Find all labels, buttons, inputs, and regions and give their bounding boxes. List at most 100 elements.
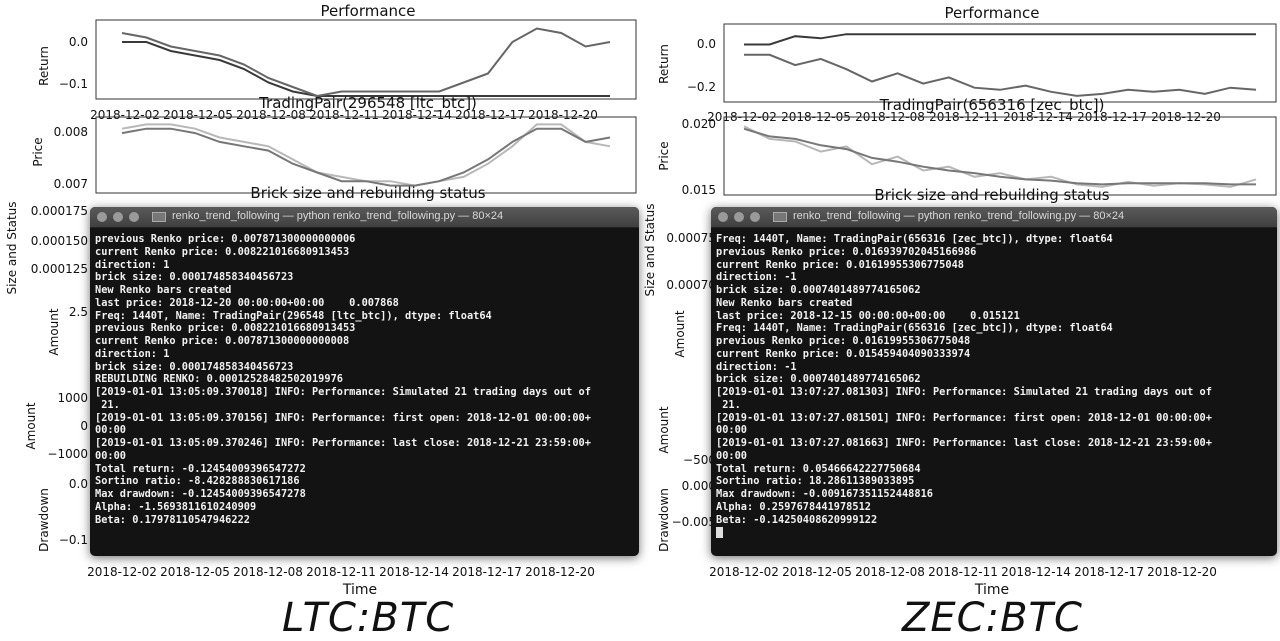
minimize-window-button[interactable] bbox=[113, 212, 123, 222]
terminal-line: 21. bbox=[716, 398, 741, 411]
terminal-line: previous Renko price: 0.0078713000000000… bbox=[95, 233, 356, 245]
right-performance-title: Performance bbox=[944, 4, 1039, 22]
right-price-tick: 0.015 bbox=[682, 183, 716, 197]
terminal-line: Max drawdown: -0.12454009396547278 bbox=[95, 488, 306, 500]
terminal-line: 21. bbox=[95, 398, 120, 411]
left-panel: Performance Return 0.0 −0.1 2018-12-02 2… bbox=[0, 0, 640, 641]
terminal-line: previous Renko price: 0.0082210166809134… bbox=[95, 322, 356, 335]
right-price-label: Price bbox=[657, 141, 671, 170]
left-pair-title: TradingPair(296548 [ltc_btc]) bbox=[258, 94, 477, 113]
terminal-line: [2019-01-01 13:05:09.370156] INFO: Perfo… bbox=[95, 411, 591, 424]
date-tick: 2018-12-08 bbox=[233, 565, 303, 579]
right-terminal-window[interactable]: renko_trend_following — python renko_tre… bbox=[711, 207, 1277, 556]
series-line bbox=[744, 33, 1256, 46]
right-return-tick: 0.0 bbox=[697, 37, 716, 51]
terminal-line: Total return: 0.05466642227750684 bbox=[716, 462, 921, 475]
terminal-output[interactable]: Freq: 1440T, Name: TradingPair(656316 [z… bbox=[711, 228, 1277, 539]
terminal-line: [2019-01-01 13:07:27.081303] INFO: Perfo… bbox=[716, 386, 1212, 398]
date-tick: 2018-12-14 bbox=[379, 565, 449, 579]
left-performance-title: Performance bbox=[320, 2, 415, 20]
terminal-line: 00:00 bbox=[716, 424, 747, 437]
left-amount-tick: 2.5 bbox=[69, 305, 88, 319]
left-return-label: Return bbox=[37, 46, 51, 86]
terminal-line: brick size: 0.000174858340456723 bbox=[95, 360, 294, 373]
terminal-cursor bbox=[716, 526, 723, 538]
terminal-folder-icon bbox=[773, 212, 787, 222]
zoom-window-button[interactable] bbox=[129, 212, 139, 222]
right-bottom-date-ticks: 2018-12-02 2018-12-05 2018-12-08 2018-12… bbox=[709, 565, 1217, 579]
date-tick: 2018-12-17 bbox=[452, 565, 522, 579]
terminal-line: 00:00 bbox=[95, 449, 126, 462]
date-tick: 2018-12-14 bbox=[1001, 565, 1071, 579]
terminal-titlebar[interactable]: renko_trend_following — python renko_tre… bbox=[711, 207, 1277, 228]
left-bottom-date-ticks: 2018-12-02 2018-12-05 2018-12-08 2018-12… bbox=[87, 565, 595, 579]
date-tick: 2018-12-02 bbox=[90, 108, 160, 122]
terminal-line: [2019-01-01 13:05:09.370018] INFO: Perfo… bbox=[95, 386, 591, 398]
date-tick: 2018-12-02 bbox=[87, 565, 157, 579]
terminal-line: Sortino ratio: -8.428288830617186 bbox=[95, 475, 300, 488]
terminal-line: Max drawdown: -0.009167351152448816 bbox=[716, 488, 933, 500]
zoom-window-button[interactable] bbox=[750, 212, 760, 222]
right-caption: ZEC:BTC bbox=[902, 595, 1083, 641]
right-amount-label: Amount bbox=[673, 310, 687, 357]
terminal-line: Sortino ratio: 18.28611389033895 bbox=[716, 475, 915, 488]
date-tick: 2018-12-05 bbox=[163, 108, 233, 122]
date-tick: 2018-12-11 bbox=[928, 565, 998, 579]
date-tick: 2018-12-08 bbox=[855, 565, 925, 579]
right-amount2-label: Amount bbox=[657, 406, 671, 453]
right-brick-label: Size and Status bbox=[643, 203, 657, 296]
terminal-line: previous Renko price: 0.0161995530677504… bbox=[716, 335, 971, 347]
terminal-output[interactable]: previous Renko price: 0.0078713000000000… bbox=[90, 228, 639, 526]
terminal-line: direction: -1 bbox=[716, 360, 797, 373]
terminal-line: 00:00 bbox=[716, 449, 747, 462]
terminal-line: last price: 2018-12-20 00:00:00+00:00 0.… bbox=[95, 296, 399, 309]
right-drawdown-tick: −0.005 bbox=[672, 515, 716, 529]
terminal-line: Freq: 1440T, Name: TradingPair(296548 [l… bbox=[95, 309, 492, 322]
minimize-window-button[interactable] bbox=[734, 212, 744, 222]
terminal-title: renko_trend_following — python renko_tre… bbox=[172, 210, 504, 222]
terminal-line: brick size: 0.0007401489774165062 bbox=[716, 284, 921, 296]
left-amount2-tick: 1000 bbox=[57, 391, 88, 405]
terminal-line: 00:00 bbox=[95, 424, 126, 437]
right-brick-tick: 0.00075 bbox=[666, 231, 716, 245]
close-window-button[interactable] bbox=[97, 212, 107, 222]
date-tick: 2018-12-02 bbox=[709, 565, 779, 579]
right-drawdown-label: Drawdown bbox=[657, 488, 671, 552]
series-line bbox=[743, 125, 1257, 188]
left-price-tick: 0.007 bbox=[54, 177, 88, 191]
left-amount-label: Amount bbox=[47, 308, 61, 355]
terminal-line: Freq: 1440T, Name: TradingPair(656316 [z… bbox=[716, 233, 1113, 245]
left-amount2-label: Amount bbox=[24, 402, 38, 449]
right-price-tick: 0.020 bbox=[682, 117, 716, 131]
date-tick: 2018-12-17 bbox=[1074, 565, 1144, 579]
series-line bbox=[121, 127, 611, 187]
left-return-tick: 0.0 bbox=[69, 35, 88, 49]
right-pair-title: TradingPair(656316 [zec_btc]) bbox=[879, 96, 1105, 115]
right-return-tick: −0.2 bbox=[687, 80, 716, 94]
left-drawdown-tick: −0.1 bbox=[59, 533, 88, 547]
terminal-line: New Renko bars created bbox=[716, 296, 853, 309]
left-caption: LTC:BTC bbox=[282, 595, 455, 641]
terminal-line: brick size: 0.00017485834045672З bbox=[95, 271, 294, 284]
terminal-line: direction: -1 bbox=[716, 271, 797, 284]
terminal-line: Total return: -0.12454009396547272 bbox=[95, 462, 306, 475]
close-window-button[interactable] bbox=[718, 212, 728, 222]
left-brick-title: Brick size and rebuilding status bbox=[250, 184, 485, 202]
terminal-line: direction: 1 bbox=[95, 347, 170, 360]
left-terminal-window[interactable]: renko_trend_following — python renko_tre… bbox=[90, 207, 639, 556]
terminal-titlebar[interactable]: renko_trend_following — python renko_tre… bbox=[90, 207, 639, 228]
terminal-line: current Renko price: 0.01545940409033397… bbox=[716, 347, 971, 360]
series-line bbox=[744, 53, 1257, 97]
terminal-line: [2019-01-01 13:07:27.081663] INFO: Perfo… bbox=[716, 437, 1212, 449]
date-tick: 2018-12-20 bbox=[1147, 565, 1217, 579]
left-price-tick: 0.008 bbox=[54, 125, 88, 139]
date-tick: 2018-12-11 bbox=[306, 565, 376, 579]
date-tick: 2018-12-20 bbox=[528, 108, 598, 122]
right-brick-title: Brick size and rebuilding status bbox=[874, 186, 1109, 204]
left-amount2-tick: 0 bbox=[80, 419, 88, 433]
terminal-line: Beta: -0.14250408620999122 bbox=[716, 513, 878, 526]
left-amount2-tick: −1000 bbox=[47, 447, 88, 461]
series-line bbox=[743, 127, 1256, 186]
terminal-line: [2019-01-01 13:07:27.081501] INFO: Perfo… bbox=[716, 411, 1212, 424]
right-return-label: Return bbox=[657, 44, 671, 84]
